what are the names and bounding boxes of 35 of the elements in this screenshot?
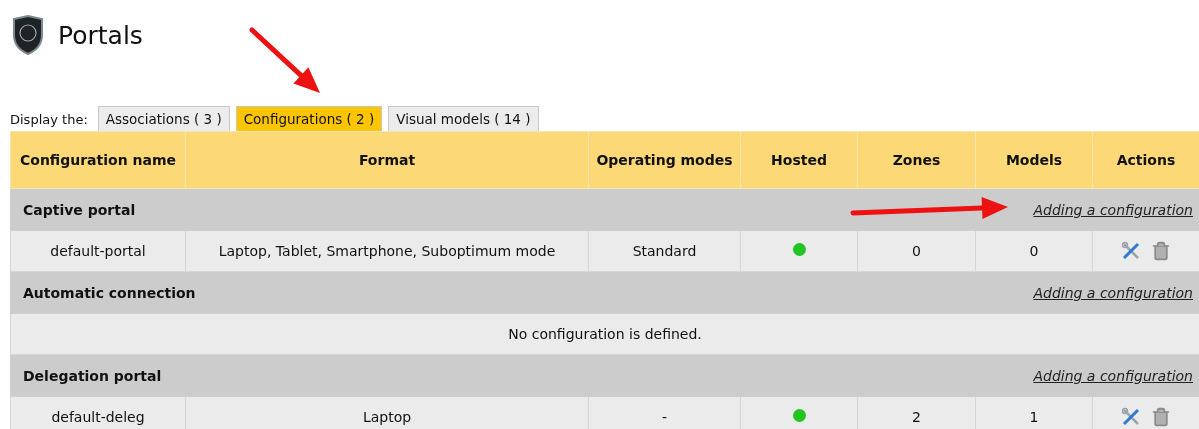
section-title: Automatic connection: [23, 284, 196, 301]
table-cell: -: [588, 396, 741, 429]
delete-icon[interactable]: [1151, 241, 1171, 261]
empty-message: No configuration is defined.: [10, 313, 1199, 355]
annotation-arrow: [249, 27, 320, 93]
section-title: Delegation portal: [23, 367, 162, 384]
table-cell: Standard: [588, 230, 741, 272]
delete-icon[interactable]: [1151, 407, 1171, 427]
add-configuration-link[interactable]: Adding a configuration: [1033, 201, 1193, 218]
table-cell: default-portal: [10, 230, 186, 272]
table-cell: default-deleg: [10, 396, 186, 429]
column-header: Format: [185, 131, 589, 189]
column-header: Operating modes: [588, 131, 741, 189]
table-cell: 0: [975, 230, 1093, 272]
section-title: Captive portal: [23, 201, 136, 218]
column-header: Configuration name: [10, 131, 186, 189]
tools-icon[interactable]: [1121, 241, 1141, 261]
tab[interactable]: Visual models ( 14 ): [388, 106, 539, 131]
table-cell: 2: [857, 396, 976, 429]
column-header: Actions: [1092, 131, 1199, 189]
column-header: Models: [975, 131, 1093, 189]
add-configuration-link[interactable]: Adding a configuration: [1033, 367, 1193, 384]
table-cell: Laptop: [185, 396, 589, 429]
tab[interactable]: Configurations ( 2 ): [235, 106, 383, 131]
column-header: Zones: [857, 131, 976, 189]
column-header: Hosted: [740, 131, 858, 189]
display-label: Display the:: [10, 112, 88, 129]
tab[interactable]: Associations ( 3 ): [97, 106, 230, 131]
shield-logo-icon: [10, 15, 46, 55]
table-cell: Laptop, Tablet, Smartphone, Suboptimum mode: [185, 230, 589, 272]
tools-icon[interactable]: [1121, 407, 1141, 427]
table-cell: 1: [975, 396, 1093, 429]
table-cell: 0: [857, 230, 976, 272]
add-configuration-link[interactable]: Adding a configuration: [1033, 284, 1193, 301]
page-title: Portals: [58, 20, 143, 50]
